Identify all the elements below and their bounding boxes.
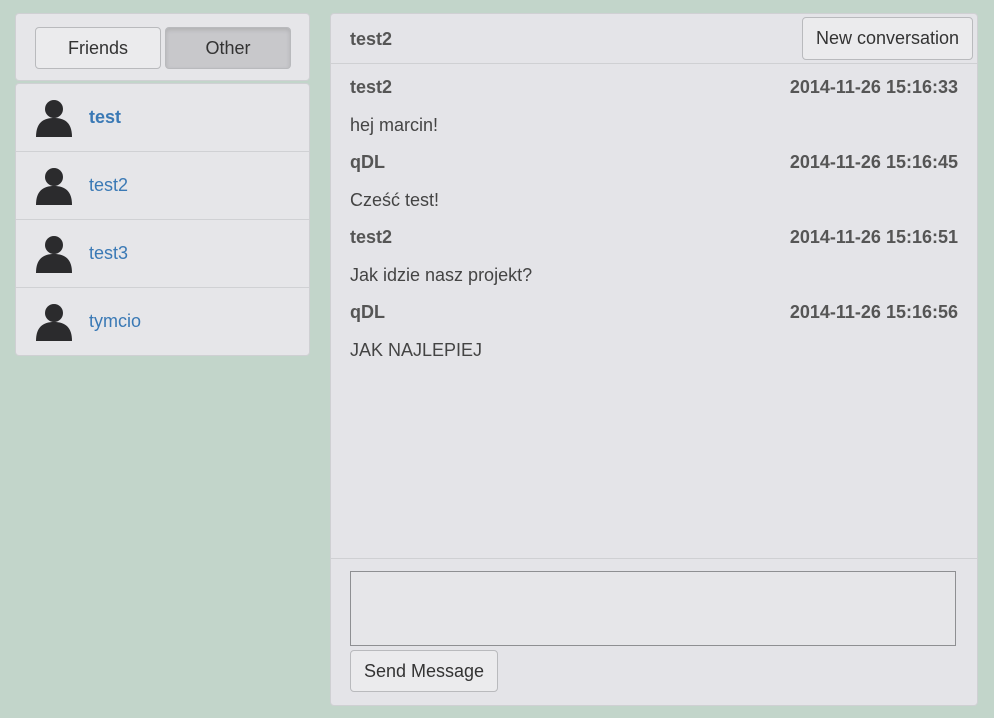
contact-item-test2[interactable]: test2 <box>16 152 309 220</box>
user-icon <box>36 304 72 341</box>
message-item: qDL 2014-11-26 15:16:56 JAK NAJLEPIEJ <box>350 294 958 369</box>
message-author: qDL <box>350 152 385 172</box>
message-input[interactable] <box>350 571 956 646</box>
message-text: JAK NAJLEPIEJ <box>350 340 483 360</box>
contact-name[interactable]: test2 <box>89 152 128 219</box>
new-conversation-button[interactable]: New conversation <box>802 17 973 60</box>
tab-friends[interactable]: Friends <box>35 27 161 69</box>
contact-item-test[interactable]: test <box>16 84 309 152</box>
message-item: qDL 2014-11-26 15:16:45 Cześć test! <box>350 144 958 219</box>
user-icon <box>36 236 72 273</box>
message-author: test2 <box>350 77 393 97</box>
message-text: Jak idzie nasz projekt? <box>350 265 533 285</box>
send-message-button[interactable]: Send Message <box>350 650 498 692</box>
message-author: qDL <box>350 302 385 322</box>
tab-other[interactable]: Other <box>165 27 291 69</box>
message-text: Cześć test! <box>350 190 440 210</box>
conversation-title: test2 <box>350 29 393 49</box>
message-author: test2 <box>350 227 393 247</box>
contact-filter-panel: Friends Other <box>15 13 310 81</box>
contact-name[interactable]: test <box>89 84 121 151</box>
contact-name[interactable]: test3 <box>89 220 128 287</box>
message-timestamp: 2014-11-26 15:16:56 <box>789 302 958 322</box>
contact-item-test3[interactable]: test3 <box>16 220 309 288</box>
contact-name[interactable]: tymcio <box>89 288 141 355</box>
conversation-panel: test2 New conversation test2 2014-11-26 … <box>330 13 978 706</box>
message-timestamp: 2014-11-26 15:16:51 <box>789 227 958 247</box>
compose-area: Send Message <box>331 558 977 705</box>
message-item: test2 2014-11-26 15:16:33 hej marcin! <box>350 69 958 144</box>
message-item: test2 2014-11-26 15:16:51 Jak idzie nasz… <box>350 219 958 294</box>
message-text: hej marcin! <box>350 115 439 135</box>
message-list: test2 2014-11-26 15:16:33 hej marcin! qD… <box>350 69 958 369</box>
message-timestamp: 2014-11-26 15:16:45 <box>789 152 958 172</box>
user-icon <box>36 168 72 205</box>
contact-item-tymcio[interactable]: tymcio <box>16 288 309 355</box>
message-timestamp: 2014-11-26 15:16:33 <box>789 77 958 97</box>
user-icon <box>36 100 72 137</box>
conversation-header: test2 New conversation <box>331 14 977 64</box>
contact-list: test test2 test3 tymcio <box>15 83 310 356</box>
